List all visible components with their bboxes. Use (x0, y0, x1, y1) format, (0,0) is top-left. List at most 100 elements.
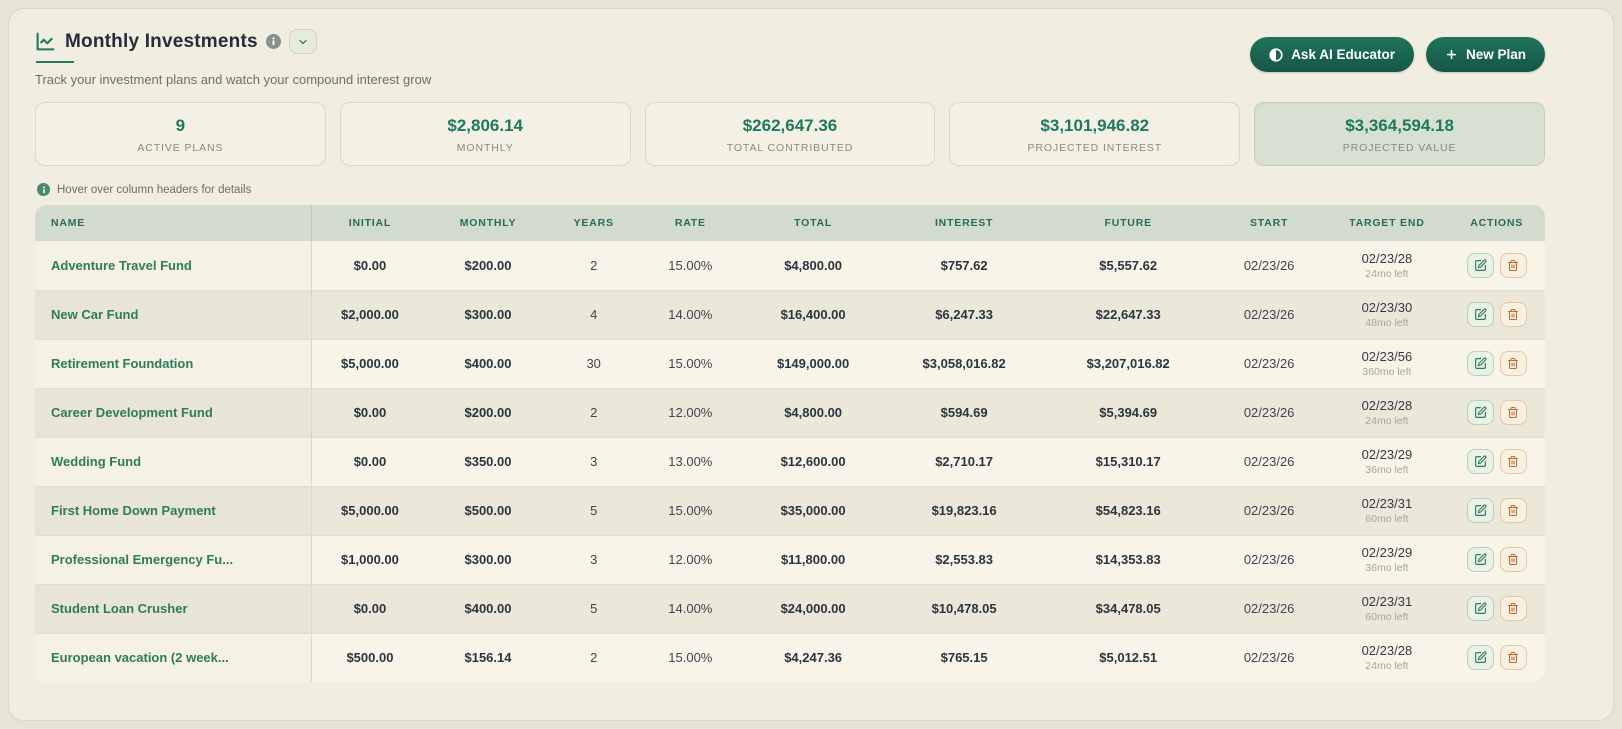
stat-card-monthly: $2,806.14 MONTHLY (340, 102, 631, 166)
pencil-square-icon (1474, 553, 1487, 566)
plan-name-link[interactable]: New Car Fund (35, 290, 312, 339)
plan-row: Career Development Fund$0.00$200.00212.0… (35, 388, 1545, 437)
plan-name-link[interactable]: Adventure Travel Fund (35, 241, 312, 290)
hint-info-icon (37, 183, 50, 196)
ai-educator-icon (1269, 48, 1283, 62)
plan-name-link[interactable]: First Home Down Payment (35, 486, 312, 535)
column-header-name[interactable]: NAME (35, 205, 312, 241)
edit-plan-button[interactable] (1467, 449, 1494, 474)
delete-plan-button[interactable] (1500, 449, 1527, 474)
column-header-actions[interactable]: ACTIONS (1448, 205, 1545, 241)
edit-plan-button[interactable] (1467, 302, 1494, 327)
edit-plan-button[interactable] (1467, 498, 1494, 523)
delete-plan-button[interactable] (1500, 596, 1527, 621)
actions-cell (1448, 241, 1545, 290)
ask-ai-educator-button[interactable]: Ask AI Educator (1250, 37, 1414, 72)
monthly-cell: $350.00 (428, 437, 549, 486)
column-header-start[interactable]: START (1213, 205, 1326, 241)
column-header-total[interactable]: TOTAL (742, 205, 885, 241)
initial-cell: $5,000.00 (312, 339, 428, 388)
edit-plan-button[interactable] (1467, 645, 1494, 670)
column-header-years[interactable]: YEARS (548, 205, 639, 241)
column-header-future[interactable]: FUTURE (1044, 205, 1213, 241)
stat-card-total-contributed: $262,647.36 TOTAL CONTRIBUTED (645, 102, 936, 166)
start-cell: 02/23/26 (1213, 535, 1326, 584)
edit-plan-button[interactable] (1467, 253, 1494, 278)
column-header-monthly[interactable]: MONTHLY (428, 205, 549, 241)
time-left-label: 60mo left (1333, 513, 1440, 525)
trash-icon (1507, 455, 1519, 468)
page-subtitle: Track your investment plans and watch yo… (35, 72, 431, 87)
plan-name-link[interactable]: Career Development Fund (35, 388, 312, 437)
table-hint: Hover over column headers for details (37, 183, 1545, 196)
target-end-date: 02/23/28 (1333, 643, 1440, 658)
years-cell: 2 (548, 388, 639, 437)
start-cell: 02/23/26 (1213, 584, 1326, 633)
delete-plan-button[interactable] (1500, 400, 1527, 425)
years-cell: 30 (548, 339, 639, 388)
rate-cell: 13.00% (639, 437, 742, 486)
total-cell: $11,800.00 (742, 535, 885, 584)
new-plan-button[interactable]: New Plan (1426, 37, 1545, 72)
actions-cell (1448, 633, 1545, 682)
start-cell: 02/23/26 (1213, 339, 1326, 388)
stat-label: MONTHLY (349, 142, 622, 154)
start-cell: 02/23/26 (1213, 437, 1326, 486)
column-header-target-end[interactable]: TARGET END (1325, 205, 1448, 241)
target-end-date: 02/23/29 (1333, 545, 1440, 560)
delete-plan-button[interactable] (1500, 302, 1527, 327)
trash-icon (1507, 406, 1519, 419)
plan-name-link[interactable]: Wedding Fund (35, 437, 312, 486)
title-info-icon[interactable] (266, 34, 281, 49)
total-cell: $24,000.00 (742, 584, 885, 633)
stat-label: PROJECTED INTEREST (958, 142, 1231, 154)
pencil-square-icon (1474, 308, 1487, 321)
stat-card-projected-interest: $3,101,946.82 PROJECTED INTEREST (949, 102, 1240, 166)
target-end-cell: 02/23/2936mo left (1325, 437, 1448, 486)
edit-plan-button[interactable] (1467, 547, 1494, 572)
target-end-cell: 02/23/2936mo left (1325, 535, 1448, 584)
years-cell: 3 (548, 535, 639, 584)
edit-plan-button[interactable] (1467, 400, 1494, 425)
column-header-interest[interactable]: INTEREST (885, 205, 1044, 241)
collapse-section-button[interactable] (289, 29, 317, 54)
monthly-investments-panel: Monthly Investments Track your investmen… (8, 8, 1614, 721)
column-header-initial[interactable]: INITIAL (312, 205, 428, 241)
trash-icon (1507, 308, 1519, 321)
plan-name-link[interactable]: Retirement Foundation (35, 339, 312, 388)
rate-cell: 14.00% (639, 584, 742, 633)
hint-text: Hover over column headers for details (57, 184, 251, 196)
initial-cell: $5,000.00 (312, 486, 428, 535)
total-cell: $16,400.00 (742, 290, 885, 339)
time-left-label: 24mo left (1333, 415, 1440, 427)
years-cell: 5 (548, 486, 639, 535)
time-left-label: 60mo left (1333, 611, 1440, 623)
edit-plan-button[interactable] (1467, 596, 1494, 621)
trash-icon (1507, 504, 1519, 517)
initial-cell: $0.00 (312, 437, 428, 486)
trash-icon (1507, 553, 1519, 566)
edit-plan-button[interactable] (1467, 351, 1494, 376)
target-end-cell: 02/23/3160mo left (1325, 584, 1448, 633)
actions-cell (1448, 290, 1545, 339)
pencil-square-icon (1474, 504, 1487, 517)
stat-label: PROJECTED VALUE (1263, 142, 1536, 154)
initial-cell: $0.00 (312, 388, 428, 437)
years-cell: 4 (548, 290, 639, 339)
delete-plan-button[interactable] (1500, 547, 1527, 572)
delete-plan-button[interactable] (1500, 351, 1527, 376)
interest-cell: $594.69 (885, 388, 1044, 437)
plan-name-link[interactable]: European vacation (2 week... (35, 633, 312, 682)
delete-plan-button[interactable] (1500, 253, 1527, 278)
trash-icon (1507, 357, 1519, 370)
interest-cell: $2,553.83 (885, 535, 1044, 584)
plan-row: European vacation (2 week...$500.00$156.… (35, 633, 1545, 682)
plan-name-link[interactable]: Professional Emergency Fu... (35, 535, 312, 584)
delete-plan-button[interactable] (1500, 645, 1527, 670)
column-header-rate[interactable]: RATE (639, 205, 742, 241)
plan-name-link[interactable]: Student Loan Crusher (35, 584, 312, 633)
actions-cell (1448, 388, 1545, 437)
delete-plan-button[interactable] (1500, 498, 1527, 523)
pencil-square-icon (1474, 602, 1487, 615)
stat-value: $3,101,946.82 (958, 116, 1231, 136)
